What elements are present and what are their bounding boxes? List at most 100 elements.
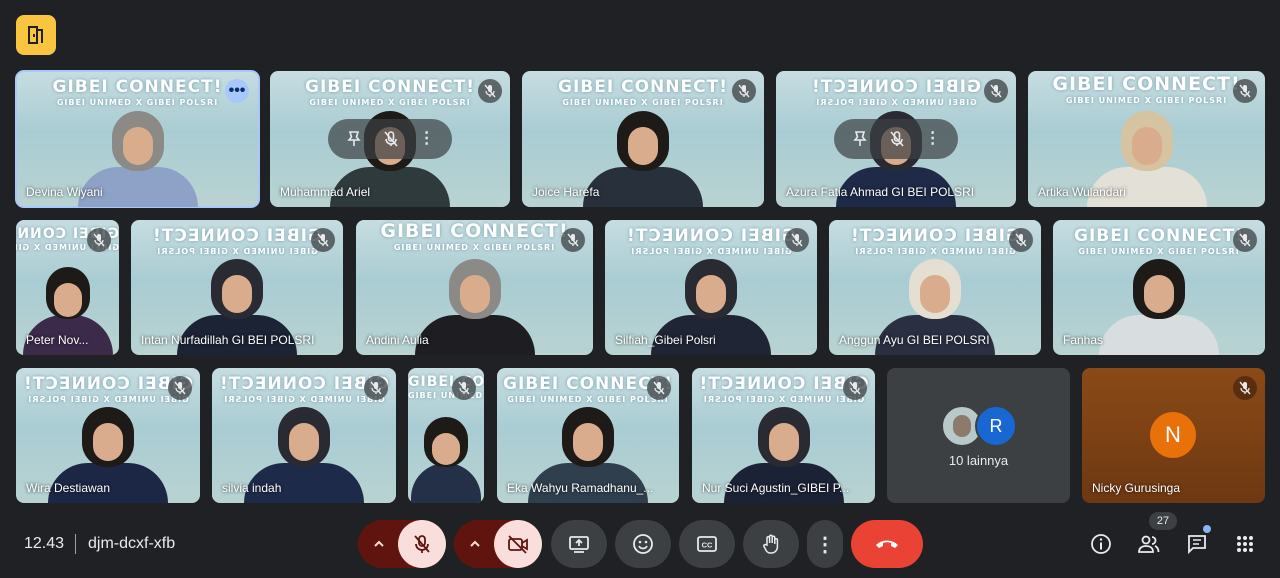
participant-tile[interactable]: GIBEI CONNECT!GIBEI UNIMED X GIBEI POLSR… xyxy=(131,220,343,355)
participant-tile[interactable]: N Nicky Gurusinga xyxy=(1082,368,1265,503)
mic-off-icon xyxy=(647,376,671,400)
participant-name: Silfiah_Gibei Polsri xyxy=(615,333,716,347)
participant-name: Wira Destiawan xyxy=(26,481,111,495)
participant-tile[interactable]: GIBEI CONNECT!GIBEI UNIMED X GIBEI POLSR… xyxy=(16,220,119,355)
pin-icon[interactable] xyxy=(851,130,869,148)
mic-off-icon xyxy=(561,228,585,252)
mic-off-icon xyxy=(478,79,502,103)
mic-off-icon xyxy=(87,228,111,252)
participant-tile[interactable]: GIBEI CONNECT!GIBEI UNIMED X GIBEI POLSR… xyxy=(829,220,1041,355)
tile-hover-controls: ⋮ xyxy=(328,119,452,159)
more-options-button[interactable]: ••• xyxy=(225,79,249,103)
raise-hand-icon xyxy=(763,534,779,554)
meeting-info-button[interactable] xyxy=(1083,526,1119,562)
chevron-up-icon xyxy=(374,540,384,547)
mic-off-icon xyxy=(364,376,388,400)
video-feed xyxy=(411,417,481,503)
participant-tile[interactable]: GIBEI CONNECT!GIBEI UNIMED X GIBEI POLSR… xyxy=(408,368,484,503)
call-end-icon xyxy=(876,540,898,548)
participant-tile[interactable]: GIBEI CONNECT!GIBEI UNIMED X GIBEI POLSR… xyxy=(16,368,200,503)
more-vert-icon[interactable]: ⋮ xyxy=(419,131,435,147)
participant-tile[interactable]: GIBEI CONNECT!GIBEI UNIMED X GIBEI POLSR… xyxy=(15,70,260,208)
chat-icon xyxy=(1188,535,1206,555)
pin-icon[interactable] xyxy=(345,130,363,148)
more-vert-icon: ⋮ xyxy=(815,533,835,556)
participant-tile[interactable]: GIBEI CONNECT!GIBEI UNIMED X GIBEI POLSR… xyxy=(522,71,764,207)
participant-tile[interactable]: GIBEI CONNECT!GIBEI UNIMED X GIBEI POLSR… xyxy=(270,71,510,207)
participant-tile[interactable]: GIBEI CONNECT!GIBEI UNIMED X GIBEI POLSR… xyxy=(1053,220,1265,355)
video-feed xyxy=(583,111,703,207)
tile-hover-controls: ⋮ xyxy=(834,119,958,159)
others-label: 10 lainnya xyxy=(948,453,1009,468)
apps-grid-icon xyxy=(1237,536,1253,552)
captions-button[interactable]: CC xyxy=(679,520,735,568)
present-screen-icon xyxy=(569,536,589,553)
banner-text: GIBEI CONNECT!GIBEI UNIMED X GIBEI POLSR… xyxy=(380,220,569,252)
more-vert-icon[interactable]: ⋮ xyxy=(925,131,941,147)
participant-tile[interactable]: GIBEI CONNECT!GIBEI UNIMED X GIBEI POLSR… xyxy=(776,71,1016,207)
door-icon xyxy=(28,26,43,44)
participant-tile[interactable]: GIBEI CONNECT!GIBEI UNIMED X GIBEI POLSR… xyxy=(605,220,817,355)
people-icon xyxy=(1138,535,1160,553)
info-icon xyxy=(1091,534,1111,554)
participant-name: Nur Suci Agustin_GIBEI P... xyxy=(702,481,850,495)
participant-tile[interactable]: GIBEI CONNECT!GIBEI UNIMED X GIBEI POLSR… xyxy=(497,368,679,503)
banner-text: GIBEI CONNECT!GIBEI UNIMED X GIBEI POLSR… xyxy=(811,77,981,107)
banner-text: GIBEI CONNECT!GIBEI UNIMED X GIBEI POLSR… xyxy=(305,77,475,107)
control-bar: 12.43 djm-dcxf-xfb CC ⋮ 27 xyxy=(0,512,1280,572)
participant-tile[interactable]: GIBEI CONNECT!GIBEI UNIMED X GIBEI POLSR… xyxy=(1028,71,1265,207)
mic-off-icon[interactable] xyxy=(888,130,906,148)
emoji-icon xyxy=(633,534,653,554)
participant-tile[interactable]: GIBEI CONNECT!GIBEI UNIMED X GIBEI POLSR… xyxy=(692,368,875,503)
avatar: R xyxy=(975,405,1017,447)
mic-off-icon[interactable] xyxy=(382,130,400,148)
people-button[interactable] xyxy=(1131,526,1167,562)
present-screen-button[interactable] xyxy=(551,520,607,568)
participant-name: Joice Harefa xyxy=(532,185,600,199)
participant-tile[interactable]: GIBEI CONNECT!GIBEI UNIMED X GIBEI POLSR… xyxy=(356,220,593,355)
participant-name: Artika Wulandari xyxy=(1038,185,1126,199)
participant-tile[interactable]: GIBEI CONNECT!GIBEI UNIMED X GIBEI POLSR… xyxy=(212,368,396,503)
other-participants-tile[interactable]: R 10 lainnya xyxy=(887,368,1070,503)
meeting-time: 12.43 xyxy=(24,535,65,552)
participant-name: silvia indah xyxy=(222,481,282,495)
banner-text: GIBEI CONNECT!GIBEI UNIMED X GIBEI POLSR… xyxy=(52,77,223,107)
mic-off-icon xyxy=(1009,228,1033,252)
mic-off-icon xyxy=(785,228,809,252)
reactions-button[interactable] xyxy=(615,520,671,568)
more-options-button[interactable]: ⋮ xyxy=(807,520,843,568)
camera-toggle-button[interactable] xyxy=(494,520,542,568)
notification-dot xyxy=(1203,525,1211,533)
mic-off-icon xyxy=(1233,79,1257,103)
participant-name: Muhammad Ariel xyxy=(280,185,371,199)
avatar: N xyxy=(1150,412,1196,458)
mic-off-icon xyxy=(843,376,867,400)
videocam-off-icon xyxy=(508,535,528,554)
mic-off-icon xyxy=(168,376,192,400)
participant-name: Devina Wiyani xyxy=(26,185,103,199)
meeting-code: djm-dcxf-xfb xyxy=(88,535,176,552)
participant-name: Fanhas xyxy=(1063,333,1104,347)
participant-name: Peter Nov... xyxy=(26,333,89,347)
meeting-logo[interactable] xyxy=(16,15,56,55)
activities-button[interactable] xyxy=(1227,526,1263,562)
participant-name: Intan Nurfadillah GI BEI POLSRI xyxy=(141,333,315,347)
video-feed xyxy=(1099,259,1219,355)
avatar-stack: R xyxy=(941,405,1021,447)
divider xyxy=(75,534,76,554)
mic-off-icon xyxy=(452,376,476,400)
microphone-toggle-button[interactable] xyxy=(398,520,446,568)
participant-name: Eka Wahyu Ramadhanu_... xyxy=(507,481,654,495)
mic-off-icon xyxy=(1233,228,1257,252)
chevron-up-icon xyxy=(470,540,480,547)
raise-hand-button[interactable] xyxy=(743,520,799,568)
banner-text: GIBEI CONNECT!GIBEI UNIMED X GIBEI POLSR… xyxy=(1052,73,1241,105)
mic-off-icon xyxy=(311,228,335,252)
captions-icon: CC xyxy=(697,536,717,552)
participant-name: Nicky Gurusinga xyxy=(1092,481,1181,495)
mic-off-icon xyxy=(984,79,1008,103)
leave-call-button[interactable] xyxy=(851,520,923,568)
participant-count-badge: 27 xyxy=(1149,512,1177,530)
video-feed xyxy=(414,259,535,355)
participant-name: Andini Aulia xyxy=(366,333,429,347)
